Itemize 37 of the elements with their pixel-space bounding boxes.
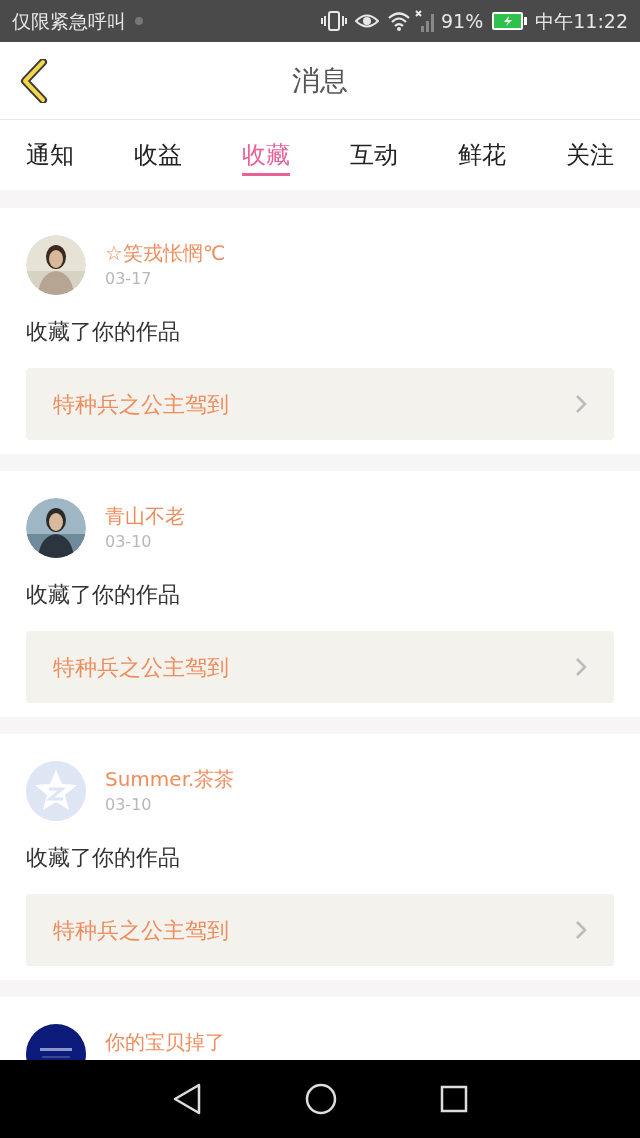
- work-link[interactable]: 特种兵之公主驾到: [26, 368, 614, 440]
- message-date: 03-10: [105, 531, 153, 553]
- user-name[interactable]: 青山不老: [105, 502, 185, 530]
- tab[interactable]: 互动: [350, 134, 398, 176]
- user-name[interactable]: 你的宝贝掉了: [105, 1028, 225, 1056]
- tab[interactable]: 鲜花: [458, 134, 506, 176]
- page-title: 消息: [292, 62, 348, 99]
- home-nav-icon[interactable]: [305, 1083, 337, 1115]
- user-name[interactable]: ☆笑戎怅惘℃: [105, 239, 226, 267]
- chevron-right-icon: [575, 394, 587, 414]
- eye-icon: [355, 12, 379, 30]
- message-text: 收藏了你的作品: [26, 844, 181, 872]
- user-name[interactable]: Summer.茶茶: [105, 765, 235, 793]
- message-date: 03-17: [105, 268, 153, 290]
- tab[interactable]: 关注: [566, 134, 614, 176]
- message-text: 收藏了你的作品: [26, 581, 181, 609]
- tab[interactable]: 通知: [26, 134, 74, 176]
- message-date: 03-10: [105, 794, 153, 816]
- tab[interactable]: 收藏: [242, 134, 290, 176]
- back-icon: [19, 59, 49, 103]
- battery-percent: 91%: [441, 8, 484, 34]
- signal-icon: [415, 10, 437, 32]
- work-link[interactable]: 特种兵之公主驾到: [26, 894, 614, 966]
- back-nav-icon[interactable]: [171, 1083, 202, 1115]
- default-avatar-icon: [26, 761, 86, 821]
- battery-icon: [491, 11, 528, 31]
- message-text: 收藏了你的作品: [26, 318, 181, 346]
- chevron-right-icon: [575, 657, 587, 677]
- vibrate-icon: [321, 10, 347, 32]
- chevron-right-icon: [575, 920, 587, 940]
- tab[interactable]: 收益: [134, 134, 182, 176]
- recents-nav-icon[interactable]: [440, 1085, 469, 1113]
- work-link[interactable]: 特种兵之公主驾到: [26, 631, 614, 703]
- notification-icon: [134, 16, 144, 26]
- carrier-text: 仅限紧急呼叫: [12, 8, 126, 34]
- wifi-icon: [387, 11, 411, 31]
- clock-time: 中午11:22: [535, 8, 628, 34]
